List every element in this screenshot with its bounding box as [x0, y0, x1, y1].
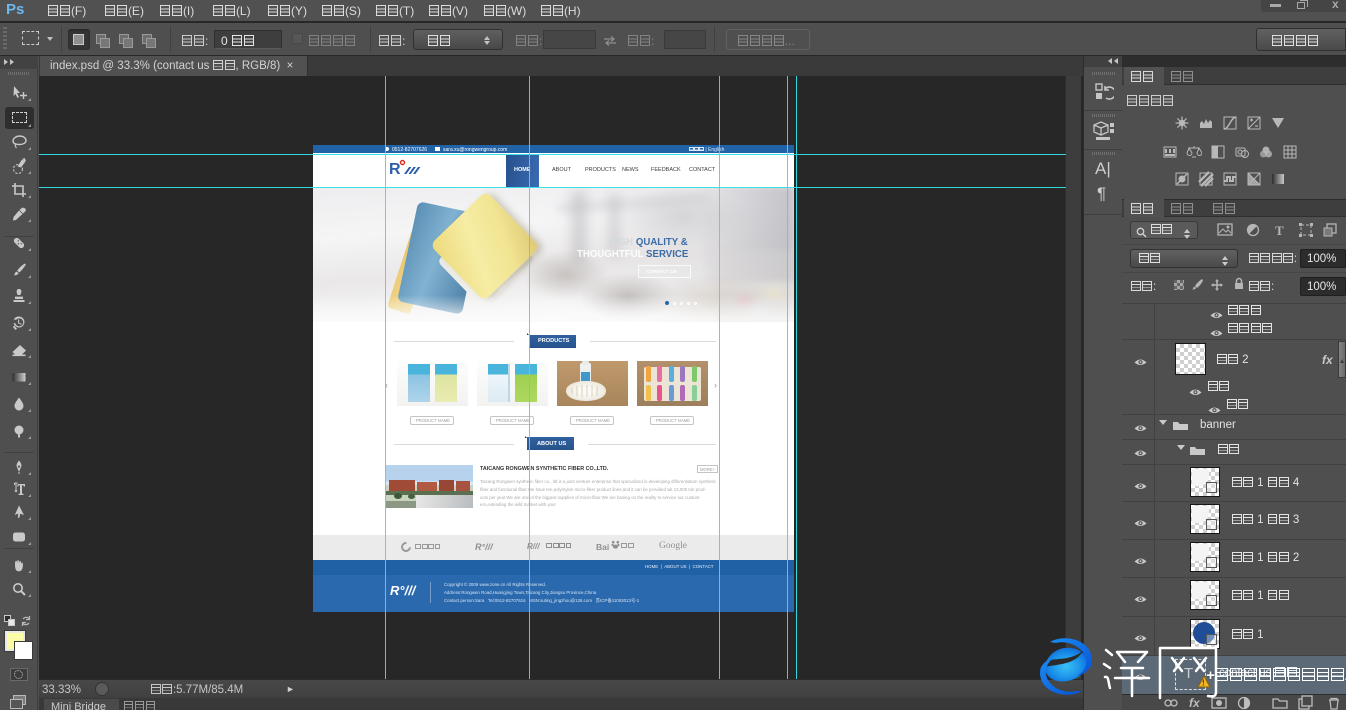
svg-text:!: ! — [1202, 679, 1205, 688]
svg-text:fx: fx — [1189, 696, 1201, 710]
svg-text:R: R — [389, 161, 401, 178]
svg-text:T: T — [1275, 223, 1284, 238]
